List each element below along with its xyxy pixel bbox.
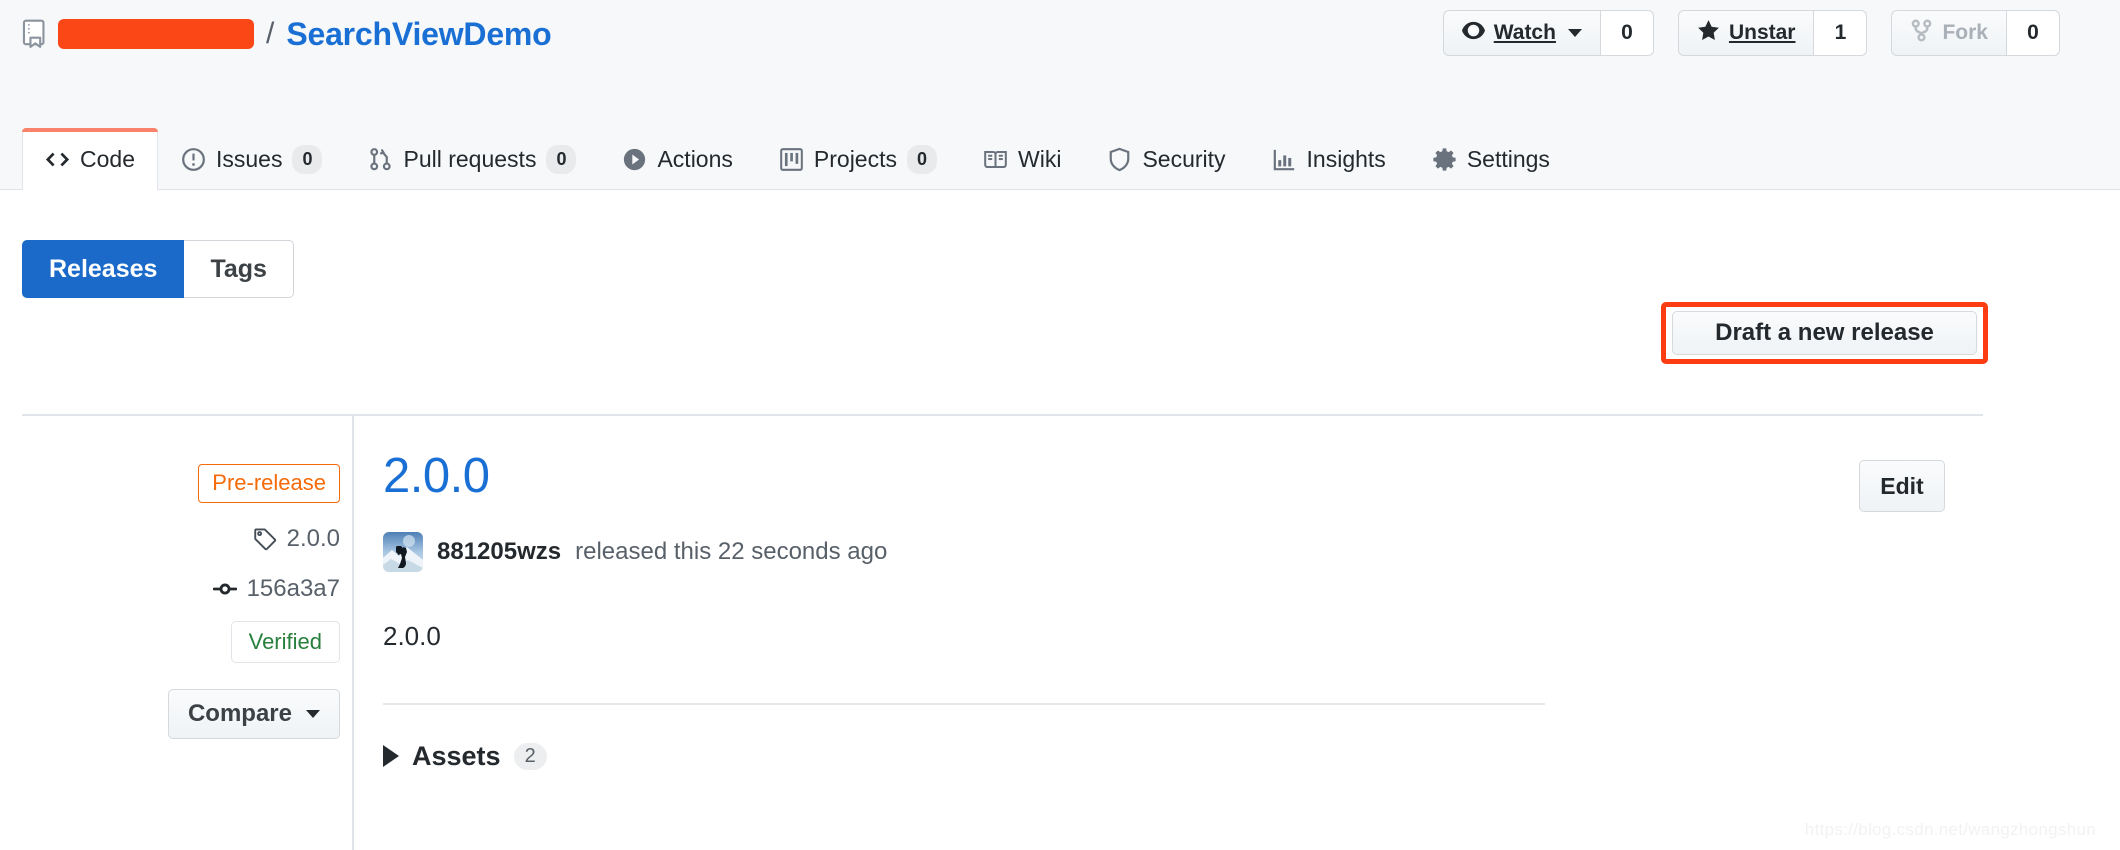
tab-projects-count: 0 <box>907 144 938 175</box>
tab-pull-requests-count: 0 <box>546 144 577 175</box>
fork-icon <box>1910 19 1933 48</box>
fork-label: Fork <box>1942 21 1988 44</box>
assets-divider <box>383 702 1545 705</box>
column-divider <box>352 416 354 850</box>
tab-issues-count: 0 <box>292 144 323 175</box>
tab-issues-label: Issues <box>215 146 283 172</box>
graph-icon <box>1272 147 1297 172</box>
book-icon <box>983 147 1008 172</box>
content-top-divider <box>22 414 1983 416</box>
star-icon <box>1697 19 1720 48</box>
tab-insights-label: Insights <box>1306 146 1386 172</box>
release-tag[interactable]: 2.0.0 <box>253 525 340 553</box>
play-icon <box>622 147 647 172</box>
tab-pull-requests[interactable]: Pull requests 0 <box>345 128 599 190</box>
release-body: 2.0.0 <box>383 621 441 652</box>
segment-releases[interactable]: Releases <box>22 240 185 298</box>
edit-release-button[interactable]: Edit <box>1859 460 1945 512</box>
tab-code-label: Code <box>80 146 135 172</box>
release-content: 2.0.0 Edit 881205wzs released this 22 se… <box>383 448 1983 772</box>
tab-security-label: Security <box>1142 146 1226 172</box>
breadcrumb-separator: / <box>266 17 275 50</box>
gear-icon <box>1432 147 1457 172</box>
release-commit[interactable]: 156a3a7 <box>212 574 340 603</box>
assets-count: 2 <box>513 742 547 770</box>
star-button-group: Unstar 1 <box>1677 10 1868 56</box>
tab-projects[interactable]: Projects 0 <box>756 128 960 190</box>
repo-name-link[interactable]: SearchViewDemo <box>286 16 551 53</box>
watch-label: Watch <box>1493 21 1556 44</box>
watch-button-group: Watch 0 <box>1442 10 1654 56</box>
tab-projects-label: Projects <box>813 146 897 172</box>
compare-button[interactable]: Compare <box>167 688 340 739</box>
repo-book-icon <box>22 19 48 49</box>
assets-label: Assets <box>412 740 501 771</box>
shield-icon <box>1107 147 1132 172</box>
chevron-right-icon <box>383 745 399 768</box>
tab-actions-label: Actions <box>657 146 733 172</box>
tab-settings[interactable]: Settings <box>1409 128 1573 190</box>
draft-new-release-button[interactable]: Draft a new release <box>1672 311 1977 355</box>
avatar[interactable] <box>383 532 423 573</box>
repo-nav: Code Issues 0 Pull requests 0 Actions Pr… <box>22 113 1573 190</box>
tab-actions[interactable]: Actions <box>599 128 755 190</box>
repo-owner-redacted[interactable] <box>58 19 254 49</box>
tab-wiki[interactable]: Wiki <box>960 128 1084 190</box>
watermark: https://blog.csdn.net/wangzhongshun <box>1804 820 2096 839</box>
project-icon <box>779 147 804 172</box>
tab-insights[interactable]: Insights <box>1249 128 1409 190</box>
commit-icon <box>212 577 237 601</box>
code-icon <box>45 147 70 172</box>
release-author-link[interactable]: 881205wzs <box>437 538 561 566</box>
watch-button[interactable]: Watch <box>1442 10 1600 56</box>
tag-icon <box>253 527 277 551</box>
tab-issues[interactable]: Issues 0 <box>158 128 346 190</box>
fork-count: 0 <box>2006 10 2060 56</box>
repo-social-actions: Watch 0 Unstar 1 Fork 0 <box>1442 10 2060 56</box>
tab-settings-label: Settings <box>1466 146 1550 172</box>
chevron-down-icon <box>306 709 320 718</box>
releases-tags-toggle: Releases Tags <box>22 240 294 298</box>
fork-button: Fork <box>1891 10 2006 56</box>
tab-pull-requests-label: Pull requests <box>403 146 537 172</box>
release-timestamp: released this 22 seconds ago <box>575 538 888 566</box>
git-pull-icon <box>368 147 393 172</box>
release-commit-sha: 156a3a7 <box>246 574 340 602</box>
release-meta-sidebar: Pre-release 2.0.0 156a3a7 Verified Compa… <box>22 450 340 739</box>
chevron-down-icon <box>1567 29 1582 37</box>
repo-header: / SearchViewDemo Watch 0 Unstar 1 Fork 0… <box>0 0 2120 190</box>
verified-badge[interactable]: Verified <box>230 620 340 663</box>
breadcrumb: / SearchViewDemo <box>22 8 552 60</box>
issue-icon <box>181 147 206 172</box>
tab-code[interactable]: Code <box>22 128 158 190</box>
compare-label: Compare <box>187 699 292 727</box>
tab-wiki-label: Wiki <box>1018 146 1062 172</box>
watch-count[interactable]: 0 <box>1599 10 1654 56</box>
segment-tags[interactable]: Tags <box>184 240 294 298</box>
unstar-button[interactable]: Unstar <box>1677 10 1814 56</box>
assets-section[interactable]: Assets 2 <box>383 741 1983 772</box>
release-tag-name: 2.0.0 <box>286 524 340 552</box>
tab-security[interactable]: Security <box>1084 128 1248 190</box>
release-byline: 881205wzs released this 22 seconds ago <box>383 532 1983 573</box>
unstar-label: Unstar <box>1728 21 1796 44</box>
pre-release-badge: Pre-release <box>198 464 340 503</box>
fork-button-group: Fork 0 <box>1891 10 2060 56</box>
release-title-link[interactable]: 2.0.0 <box>383 448 490 504</box>
star-count[interactable]: 1 <box>1813 10 1868 56</box>
eye-icon <box>1461 19 1485 48</box>
